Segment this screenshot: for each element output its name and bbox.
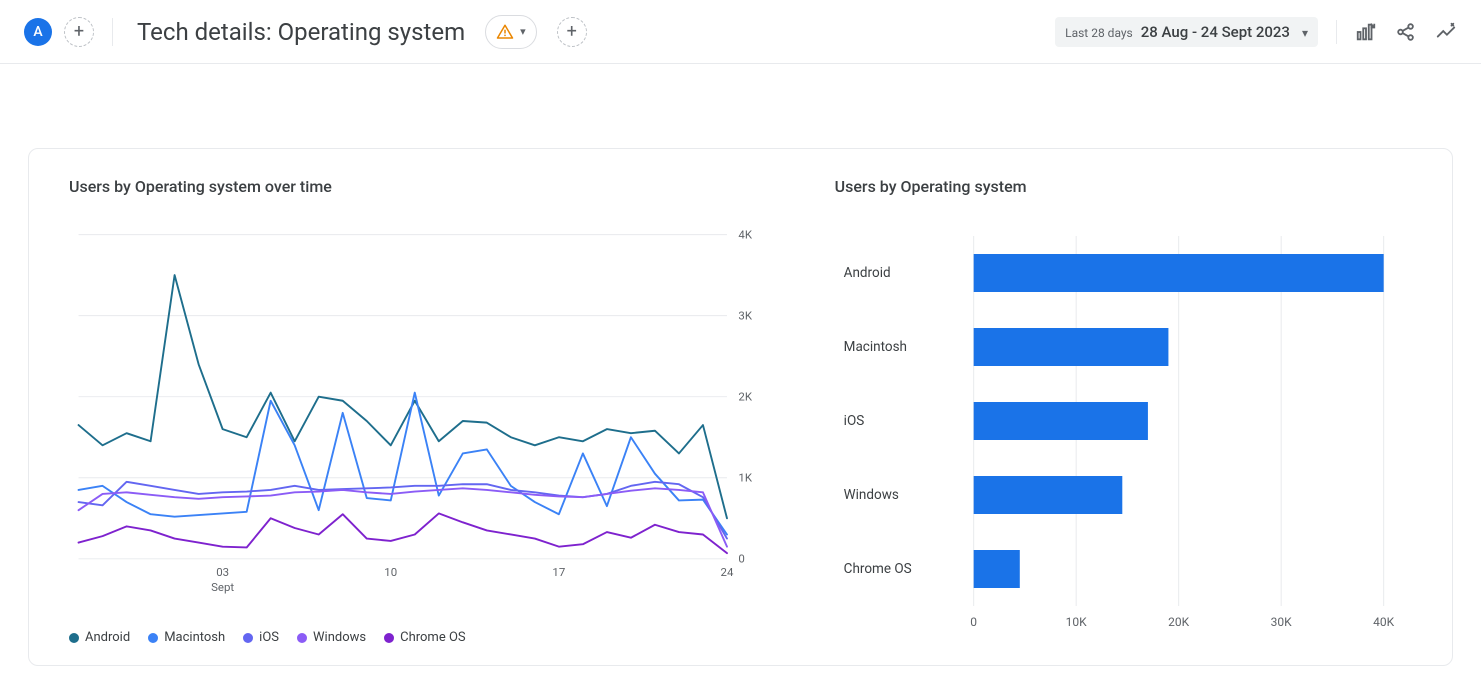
legend-dot bbox=[384, 633, 394, 643]
svg-text:24: 24 bbox=[721, 565, 734, 579]
customize-report-icon[interactable] bbox=[1355, 21, 1377, 43]
svg-text:iOS: iOS bbox=[843, 413, 864, 429]
svg-text:1K: 1K bbox=[738, 471, 752, 485]
legend-dot bbox=[243, 633, 253, 643]
report-canvas: Users by Operating system over time 0 1K 2… bbox=[0, 64, 1481, 686]
segment-avatar[interactable]: A bbox=[24, 18, 52, 46]
warning-icon bbox=[496, 23, 514, 41]
svg-text:Macintosh: Macintosh bbox=[843, 339, 906, 355]
legend-dot bbox=[297, 633, 307, 643]
svg-text:Windows: Windows bbox=[843, 487, 898, 503]
legend-label: Android bbox=[85, 630, 130, 645]
svg-text:10: 10 bbox=[384, 565, 397, 579]
legend-dot bbox=[148, 633, 158, 643]
add-segment-button[interactable]: + bbox=[64, 17, 94, 47]
svg-text:10K: 10K bbox=[1065, 615, 1086, 629]
separator bbox=[1336, 20, 1337, 44]
insights-icon[interactable] bbox=[1435, 21, 1457, 43]
legend-item[interactable]: Chrome OS bbox=[384, 630, 466, 645]
chevron-down-icon: ▾ bbox=[1302, 26, 1308, 40]
svg-text:03: 03 bbox=[216, 565, 229, 579]
share-icon[interactable] bbox=[1395, 21, 1417, 43]
page-title: Tech details: Operating system bbox=[137, 18, 465, 46]
data-quality-chip[interactable]: ▾ bbox=[485, 15, 537, 49]
topbar-left: A + Tech details: Operating system ▾ + bbox=[24, 15, 587, 49]
svg-text:Chrome OS: Chrome OS bbox=[843, 561, 911, 577]
svg-text:Sept: Sept bbox=[211, 580, 234, 594]
bar-chart[interactable]: 0 10K 20K 30K 40K Android Macintosh iOS Windows C… bbox=[835, 216, 1412, 636]
bar-chart-title: Users by Operating system bbox=[835, 177, 1412, 196]
topbar-right: Last 28 days 28 Aug - 24 Sept 2023 ▾ bbox=[1055, 17, 1457, 47]
svg-text:Android: Android bbox=[843, 265, 890, 281]
svg-text:20K: 20K bbox=[1168, 615, 1189, 629]
date-range-value: 28 Aug - 24 Sept 2023 bbox=[1141, 23, 1290, 41]
svg-text:17: 17 bbox=[552, 565, 565, 579]
legend-item[interactable]: Macintosh bbox=[148, 630, 225, 645]
legend-label: Macintosh bbox=[164, 630, 225, 645]
report-card: Users by Operating system over time 0 1K 2… bbox=[28, 148, 1453, 666]
legend-dot bbox=[69, 633, 79, 643]
line-chart[interactable]: 0 1K 2K 3K 4K 03 10 17 24 Sept bbox=[69, 216, 775, 606]
bar-chart-panel: Users by Operating system 0 10K 20K 30K 40K A… bbox=[835, 177, 1412, 645]
top-bar: A + Tech details: Operating system ▾ + L… bbox=[0, 0, 1481, 64]
line-chart-legend: Android Macintosh iOS Windows Chrome OS bbox=[69, 630, 775, 645]
legend-item[interactable]: iOS bbox=[243, 630, 279, 645]
svg-text:4K: 4K bbox=[738, 227, 752, 241]
svg-text:30K: 30K bbox=[1270, 615, 1291, 629]
svg-text:3K: 3K bbox=[738, 308, 752, 322]
svg-text:2K: 2K bbox=[738, 390, 752, 404]
legend-item[interactable]: Android bbox=[69, 630, 130, 645]
add-comparison-button[interactable]: + bbox=[557, 17, 587, 47]
date-range-picker[interactable]: Last 28 days 28 Aug - 24 Sept 2023 ▾ bbox=[1055, 17, 1318, 47]
chevron-down-icon: ▾ bbox=[520, 25, 526, 38]
date-range-prefix: Last 28 days bbox=[1065, 26, 1133, 40]
svg-text:40K: 40K bbox=[1373, 615, 1394, 629]
legend-label: Chrome OS bbox=[400, 630, 466, 645]
line-chart-panel: Users by Operating system over time 0 1K 2… bbox=[69, 177, 775, 645]
line-chart-title: Users by Operating system over time bbox=[69, 177, 775, 196]
svg-text:0: 0 bbox=[738, 552, 744, 566]
separator bbox=[112, 18, 113, 46]
svg-text:0: 0 bbox=[970, 615, 977, 629]
legend-item[interactable]: Windows bbox=[297, 630, 366, 645]
legend-label: iOS bbox=[259, 630, 279, 645]
legend-label: Windows bbox=[313, 630, 366, 645]
